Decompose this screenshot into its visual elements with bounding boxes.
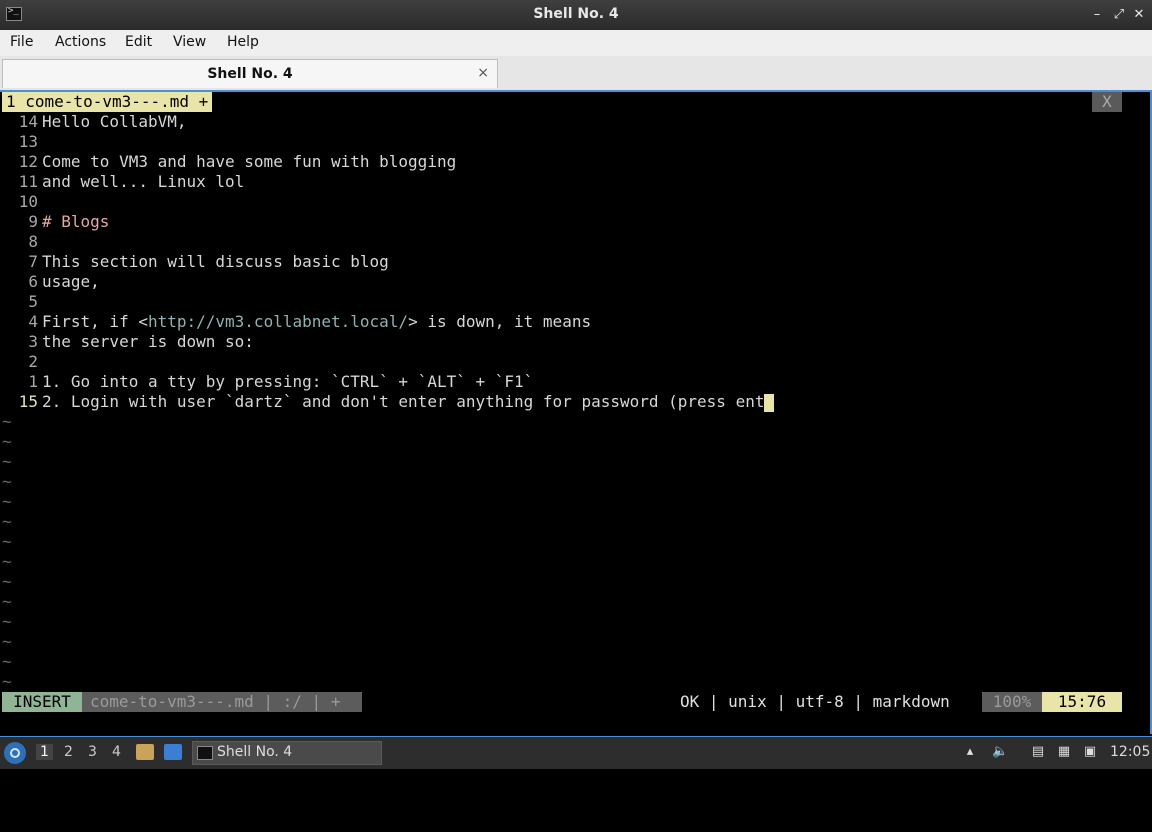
filetype-info: OK | unix | utf-8 | markdown [680,692,950,711]
show-desktop-icon[interactable] [164,744,182,760]
line-url: http://vm3.collabnet.local/ [147,312,409,331]
empty-line-marker: ~ [2,492,12,511]
editor-line: 6 usage, [2,272,100,292]
mode-indicator: INSERT [2,692,82,712]
file-manager-icon[interactable] [136,744,154,760]
taskbar: 1 2 3 4 Shell No. 4 ▴ 🔈 ▤ ▦ ▣ 12:05 [0,736,1152,769]
menu-help[interactable]: Help [227,34,259,50]
workspace-4[interactable]: 4 [112,744,121,760]
buffer-tab[interactable]: 1 come-to-vm3---.md + [2,92,213,112]
editor-line: 3 the server is down so: [2,332,254,352]
line-number: 8 [28,232,38,251]
editor-line: 4 First, if <http://vm3.collabnet.local/>… [2,312,591,332]
tab-shell-4[interactable]: Shell No. 4 × [2,59,498,88]
line-text: # Blogs [42,212,110,231]
editor-line: 10 [2,192,42,212]
terminal-icon [197,746,213,760]
line-number: 11 [18,172,38,191]
line-number: 14 [18,112,38,131]
taskbar-item-shell[interactable]: Shell No. 4 [192,741,382,765]
line-number: 13 [18,132,38,151]
editor-line: 12 Come to VM3 and have some fun with blo… [2,152,456,172]
empty-line-marker: ~ [2,672,12,691]
empty-line-marker: ~ [2,632,12,651]
editor-line: 2 [2,352,42,372]
scroll-percent: 100% [982,692,1042,712]
empty-line-marker: ~ [2,412,12,431]
line-number: 15 [18,392,38,411]
empty-line-marker: ~ [2,472,12,491]
menu-edit[interactable]: Edit [125,34,152,50]
minimize-icon[interactable]: – [1088,6,1106,24]
line-text: > is down, it means [408,312,592,331]
buffer-close-button[interactable]: X [1092,92,1122,112]
menu-view[interactable]: View [173,34,206,50]
editor-line: 7 This section will discuss basic blog [2,252,389,272]
line-number: 7 [28,252,38,271]
menu-actions[interactable]: Actions [55,34,106,50]
line-text: Come to VM3 and have some fun with blogg… [42,152,457,171]
editor-line: 5 [2,292,42,312]
line-number: 3 [28,332,38,351]
clipboard-icon[interactable]: ▤ [1030,744,1046,760]
line-number: 5 [28,292,38,311]
line-text: usage, [42,272,100,291]
empty-line-marker: ~ [2,432,12,451]
line-number: 1 [28,372,38,391]
line-text: and well... Linux lol [42,172,245,191]
workspace-3[interactable]: 3 [88,744,97,760]
line-text: the server is down so: [42,332,254,351]
line-text: First, if < [42,312,148,331]
maximize-icon[interactable]: ⤢ [1110,6,1128,24]
network-icon[interactable]: ▦ [1056,744,1072,760]
volume-icon[interactable]: 🔈 [992,744,1008,760]
editor-line: 8 [2,232,42,252]
line-number: 2 [28,352,38,371]
menubar: File Actions Edit View Help [0,30,1152,56]
window-titlebar: Shell No. 4 – ⤢ ✕ [0,0,1152,31]
empty-line-marker: ~ [2,532,12,551]
terminal-view[interactable]: 1 come-to-vm3---.md + X 14 Hello CollabVM… [0,92,1152,734]
empty-line-marker: ~ [2,592,12,611]
editor-line: 13 [2,132,42,152]
tray-arrow-icon[interactable]: ▴ [962,744,978,760]
editor-line: 15 2. Login with user `dartz` and don't e… [2,392,775,412]
file-info: come-to-vm3---.md | :/ | + [82,692,362,712]
line-text: 2. Login with user `dartz` and don't ent… [42,392,765,411]
empty-line-marker: ~ [2,512,12,531]
line-number: 4 [28,312,38,331]
tab-close-icon[interactable]: × [477,65,489,81]
line-text: This section will discuss basic blog [42,252,389,271]
line-text: Hello CollabVM, [42,112,187,131]
close-icon[interactable]: ✕ [1130,6,1148,24]
tab-strip: Shell No. 4 × [0,56,1152,92]
update-icon[interactable]: ▣ [1082,744,1098,760]
line-number: 10 [18,192,38,211]
status-line: INSERT come-to-vm3---.md | :/ | + OK | u… [0,692,1152,712]
buffer-tabline: 1 come-to-vm3---.md + [2,92,213,112]
workspace-2[interactable]: 2 [64,744,73,760]
taskbar-item-label: Shell No. 4 [217,744,293,760]
line-number: 12 [18,152,38,171]
empty-line-marker: ~ [2,572,12,591]
start-menu-icon[interactable] [4,742,26,764]
tab-label: Shell No. 4 [207,66,293,82]
empty-line-marker: ~ [2,452,12,471]
window-title: Shell No. 4 [533,6,619,22]
cursor-position: 15:76 [1042,692,1122,712]
editor-line: 1 1. Go into a tty by pressing: `CTRL` + … [2,372,533,392]
clock: 12:05 [1110,744,1151,760]
text-cursor [764,393,775,412]
editor-line: 14 Hello CollabVM, [2,112,187,132]
empty-line-marker: ~ [2,552,12,571]
empty-line-marker: ~ [2,612,12,631]
editor-line: 11 and well... Linux lol [2,172,245,192]
editor-line: 9 # Blogs [2,212,109,232]
workspace-1[interactable]: 1 [36,744,53,760]
menu-file[interactable]: File [10,34,33,50]
line-number: 9 [28,212,38,231]
line-number: 6 [28,272,38,291]
line-text: 1. Go into a tty by pressing: `CTRL` + `… [42,372,534,391]
empty-line-marker: ~ [2,652,12,671]
